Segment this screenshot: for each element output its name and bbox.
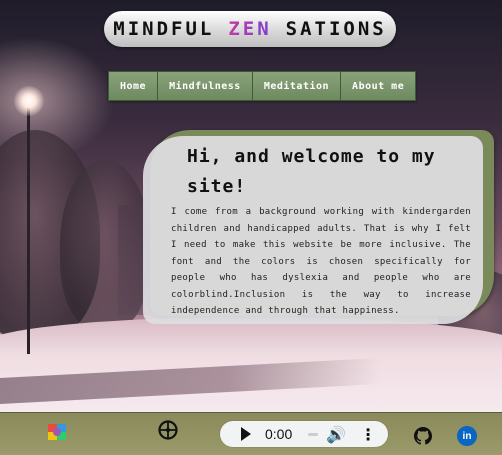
audio-time: 0:00 [265, 426, 293, 442]
audio-progress-track[interactable] [308, 432, 319, 436]
street-lamp-glow [14, 86, 44, 116]
volume-icon[interactable]: 🔊 [326, 425, 346, 444]
site-title-zen: ZEN [228, 18, 272, 40]
linkedin-icon-text: in [462, 430, 472, 442]
welcome-heading-line1: Hi, and welcome to my [187, 146, 436, 167]
welcome-card: Hi, and welcome to my site! I come from … [143, 136, 483, 324]
site-title: MINDFUL ZEN SATIONS [104, 11, 396, 47]
github-icon[interactable] [414, 427, 432, 445]
nav-item-mindfulness[interactable]: Mindfulness [158, 72, 253, 100]
main-nav: Home Mindfulness Meditation About me [108, 71, 417, 101]
audio-player: 0:00 🔊 ⋮ [220, 421, 388, 447]
footer: 0:00 🔊 ⋮ in [0, 412, 502, 455]
welcome-heading-line2: site! [187, 176, 247, 197]
nav-item-home[interactable]: Home [109, 72, 159, 100]
street-lamp-post [27, 104, 30, 354]
site-title-left: MINDFUL [113, 18, 215, 40]
welcome-body: I come from a background working with ki… [171, 207, 471, 316]
wheel-icon[interactable] [157, 419, 179, 441]
welcome-heading: Hi, and welcome to my site! [171, 136, 471, 202]
more-options-icon[interactable]: ⋮ [360, 425, 376, 444]
nav-item-meditation[interactable]: Meditation [252, 72, 342, 100]
linkedin-icon[interactable]: in [457, 426, 477, 446]
colorful-app-icon[interactable] [46, 421, 68, 443]
site-title-right: SATIONS [285, 18, 387, 40]
nav-item-about-me[interactable]: About me [341, 72, 416, 100]
play-icon[interactable] [241, 427, 251, 441]
